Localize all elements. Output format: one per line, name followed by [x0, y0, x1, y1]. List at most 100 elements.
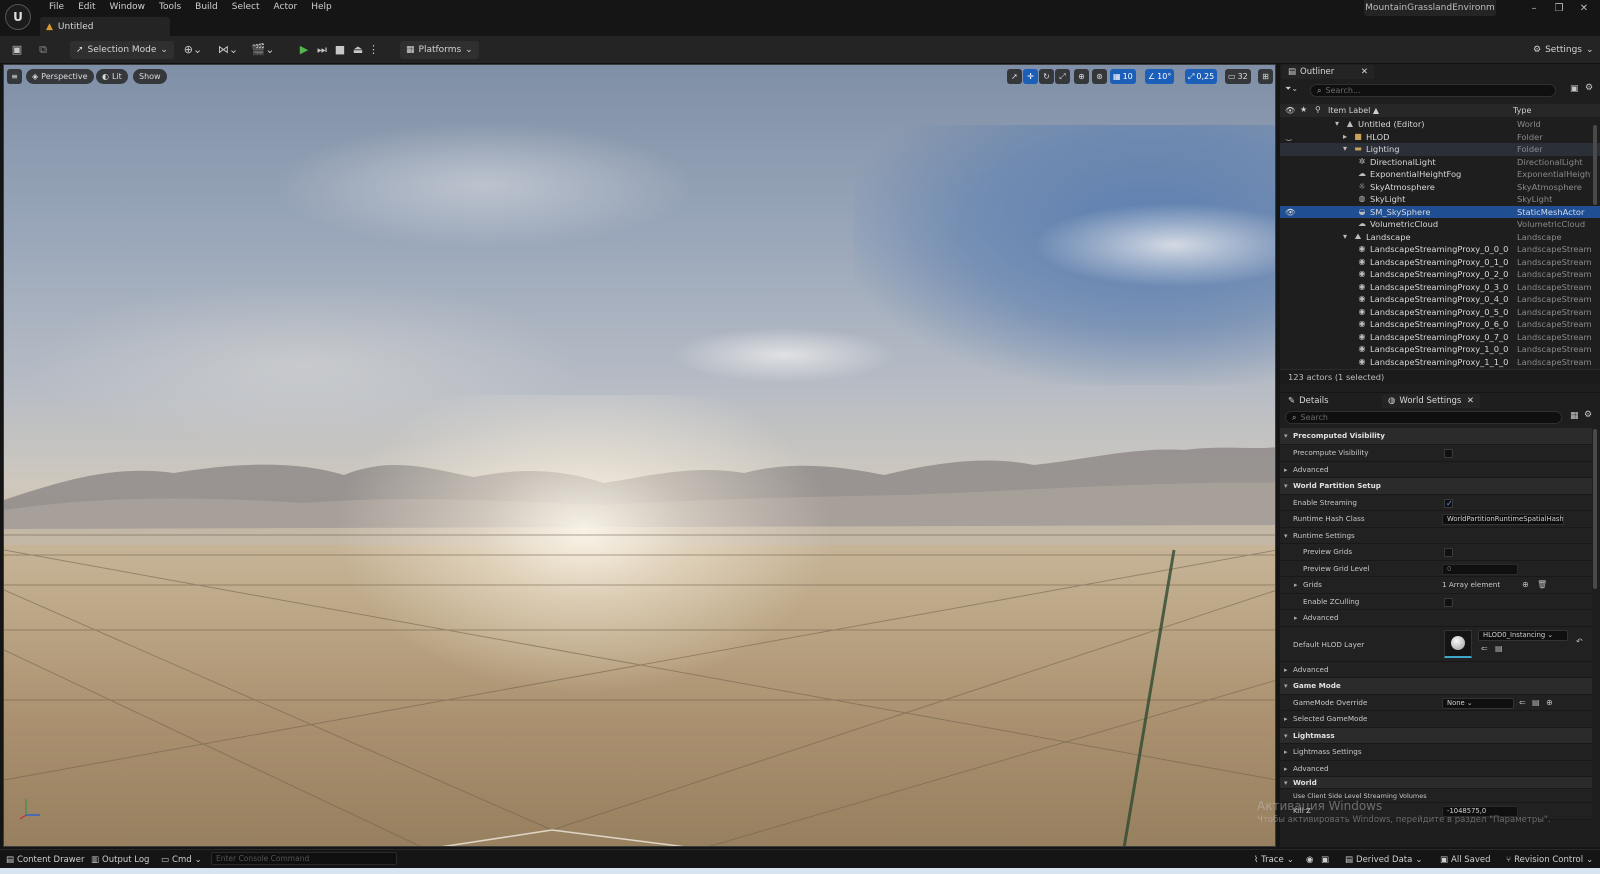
tree-row[interactable]: ◉ LandscapeStreamingProxy_0_3_0 Landscape… [1280, 281, 1600, 294]
stop-icon[interactable]: ■ [333, 42, 347, 58]
property-row[interactable]: ▸ Grids 1 Array element ⊕ 🗑 [1280, 577, 1592, 594]
outliner-scrollbar[interactable] [1593, 125, 1597, 205]
use-selected-icon[interactable]: ⇐ [1519, 698, 1526, 708]
settings-button[interactable]: ⚙ Settings ⌄ [1527, 41, 1600, 59]
outliner-search-input[interactable]: ⌕ Search... [1310, 84, 1556, 97]
selection-mode-button[interactable]: ➚ Selection Mode ⌄ [70, 41, 174, 59]
camera-speed-button[interactable]: ▭ 32 [1225, 69, 1251, 84]
close-tab-icon[interactable]: ✕ [1467, 396, 1474, 406]
preview-grid-level-field[interactable]: 0 [1442, 563, 1518, 575]
category-game-mode[interactable]: ▾ Game Mode [1280, 678, 1592, 695]
tree-row[interactable]: ▾ ⛰ Landscape Landscape [1280, 231, 1600, 244]
close-tab-icon[interactable]: ✕ [1361, 67, 1368, 77]
menu-help[interactable]: Help [304, 2, 339, 13]
reset-icon[interactable]: ↶ [1576, 637, 1583, 647]
details-scrollbar[interactable] [1593, 429, 1597, 589]
browse-icon[interactable]: ⧉ [35, 42, 51, 58]
record-icon[interactable]: ◉ [1306, 853, 1313, 866]
tree-row[interactable]: ✲ DirectionalLight DirectionalLight [1280, 156, 1600, 169]
property-row[interactable]: ▸ Advanced [1280, 760, 1592, 777]
property-row[interactable]: ▸ Selected GameMode [1280, 711, 1592, 728]
grid-snap-toggle[interactable]: ▦ 10 [1110, 69, 1136, 84]
tree-row[interactable]: ▾ ▲ Untitled (Editor) World [1280, 118, 1600, 131]
trash-icon[interactable]: 🗑 [1537, 580, 1547, 590]
unreal-logo-icon[interactable]: U [5, 4, 31, 30]
tree-row[interactable]: ◉ LandscapeStreamingProxy_0_5_0 Landscape… [1280, 306, 1600, 319]
minimize-button[interactable]: – [1522, 2, 1546, 16]
viewport-layout-icon[interactable]: ⊞ [1258, 69, 1273, 84]
property-row[interactable]: ▸ Advanced [1280, 661, 1592, 678]
trace-dropdown[interactable]: ⌇ Trace ⌄ [1254, 853, 1294, 866]
tree-row[interactable]: ☁ ExponentialHeightFog ExponentialHeightF [1280, 168, 1600, 181]
menu-build[interactable]: Build [188, 2, 225, 13]
maximize-button[interactable]: ❐ [1547, 2, 1571, 16]
select-tool-icon[interactable]: ➚ [1007, 69, 1022, 84]
table-view-icon[interactable]: ▦ [1570, 411, 1579, 421]
tree-row[interactable]: ‿ ▸ ■ HLOD Folder [1280, 131, 1600, 144]
derived-data-dropdown[interactable]: ▤ Derived Data ⌄ [1345, 853, 1422, 866]
outliner-settings-gear-icon[interactable]: ⚙ [1585, 83, 1593, 93]
tree-row[interactable]: ◉ LandscapeStreamingProxy_0_2_0 Landscape… [1280, 268, 1600, 281]
browse-asset-icon[interactable]: ▤ [1495, 644, 1503, 654]
gamemode-override-dropdown[interactable]: None ⌄ [1442, 697, 1514, 709]
category-lightmass[interactable]: ▾ Lightmass [1280, 727, 1592, 744]
add-icon[interactable]: ⊕ [1546, 698, 1553, 708]
details-search-input[interactable]: ⌕ Search [1285, 411, 1562, 424]
enable-zculling-checkbox[interactable] [1444, 597, 1453, 607]
hlod-thumbnail[interactable] [1444, 629, 1472, 658]
menu-edit[interactable]: Edit [71, 2, 102, 13]
eject-icon[interactable]: ⏏ [351, 42, 365, 58]
close-button[interactable]: ✕ [1572, 2, 1596, 16]
rotate-tool-icon[interactable]: ↻ [1039, 69, 1054, 84]
step-icon[interactable]: ⏭ [315, 42, 329, 58]
world-space-icon[interactable]: ⊕ [1074, 69, 1089, 84]
add-folder-icon[interactable]: ▣ [1570, 84, 1579, 94]
property-row[interactable]: ▸ Lightmass Settings [1280, 744, 1592, 761]
filter-icon[interactable]: ⏷⌄ [1285, 84, 1298, 94]
menu-select[interactable]: Select [225, 2, 267, 13]
rotation-snap-toggle[interactable]: ∠ 10° [1145, 69, 1175, 84]
platforms-button[interactable]: ▦ Platforms ⌄ [400, 41, 479, 59]
revision-control-dropdown[interactable]: ⑂ Revision Control ⌄ [1506, 853, 1593, 866]
tree-row[interactable]: ◉ LandscapeStreamingProxy_0_4_0 Landscape… [1280, 293, 1600, 306]
property-row[interactable]: ▸ Advanced [1280, 610, 1592, 627]
all-saved-button[interactable]: ▣ All Saved [1440, 853, 1491, 866]
show-button[interactable]: Show [133, 69, 167, 84]
property-row[interactable]: ▸ Advanced [1280, 461, 1592, 478]
world-settings-tab[interactable]: ◍ World Settings ✕ [1382, 394, 1480, 408]
cmd-dropdown[interactable]: ▭ Cmd ⌄ [161, 853, 202, 866]
surface-snap-icon[interactable]: ⊛ [1092, 69, 1107, 84]
blueprint-icon[interactable]: ⋈⌄ [215, 42, 241, 58]
menu-actor[interactable]: Actor [267, 2, 305, 13]
tree-row[interactable]: ◉ LandscapeStreamingProxy_0_6_0 Landscape… [1280, 318, 1600, 331]
preview-grids-checkbox[interactable] [1444, 548, 1453, 557]
add-actor-icon[interactable]: ⊕⌄ [180, 42, 206, 58]
category-world[interactable]: ▾ World [1280, 777, 1592, 789]
translate-tool-icon[interactable]: ✛ [1023, 69, 1038, 84]
document-tab[interactable]: ▲ Untitled [40, 17, 170, 36]
tree-row[interactable]: ◉ LandscapeStreamingProxy_0_7_0 Landscape… [1280, 331, 1600, 344]
tree-row[interactable]: ▾ ▬ Lighting Folder [1280, 143, 1600, 156]
add-element-icon[interactable]: ⊕ [1522, 580, 1529, 590]
lit-button[interactable]: ◐ Lit [96, 69, 128, 84]
precompute-visibility-checkbox[interactable] [1444, 449, 1453, 458]
more-options-icon[interactable]: ⋮ [368, 42, 379, 58]
outliner-tab[interactable]: ▤ Outliner ✕ [1282, 65, 1374, 79]
content-drawer-button[interactable]: ▤ Content Drawer [6, 853, 84, 866]
category-precomputed-visibility[interactable]: ▾ Precomputed Visibility [1280, 428, 1592, 445]
browse-asset-icon[interactable]: ▤ [1532, 698, 1540, 708]
cinematics-icon[interactable]: 🎬⌄ [250, 42, 276, 58]
tree-row[interactable]: ◍ SkyLight SkyLight [1280, 193, 1600, 206]
visibility-icon[interactable]: ‿ [1286, 131, 1292, 144]
save-icon[interactable]: ▣ [9, 42, 25, 58]
enable-streaming-checkbox[interactable] [1444, 496, 1453, 512]
menu-tools[interactable]: Tools [152, 2, 188, 13]
type-column[interactable]: Type [1513, 106, 1531, 115]
property-row[interactable]: ▾ Runtime Settings [1280, 527, 1592, 544]
output-log-button[interactable]: ▥ Output Log [91, 853, 149, 866]
scale-tool-icon[interactable]: ⤢ [1055, 69, 1070, 84]
tree-row[interactable]: ☁ VolumetricCloud VolumetricCloud [1280, 218, 1600, 231]
scale-snap-toggle[interactable]: ⤢ 0,25 [1185, 69, 1218, 84]
category-world-partition-setup[interactable]: ▾ World Partition Setup [1280, 478, 1592, 495]
visibility-eye-icon[interactable]: 👁 [1285, 206, 1296, 219]
